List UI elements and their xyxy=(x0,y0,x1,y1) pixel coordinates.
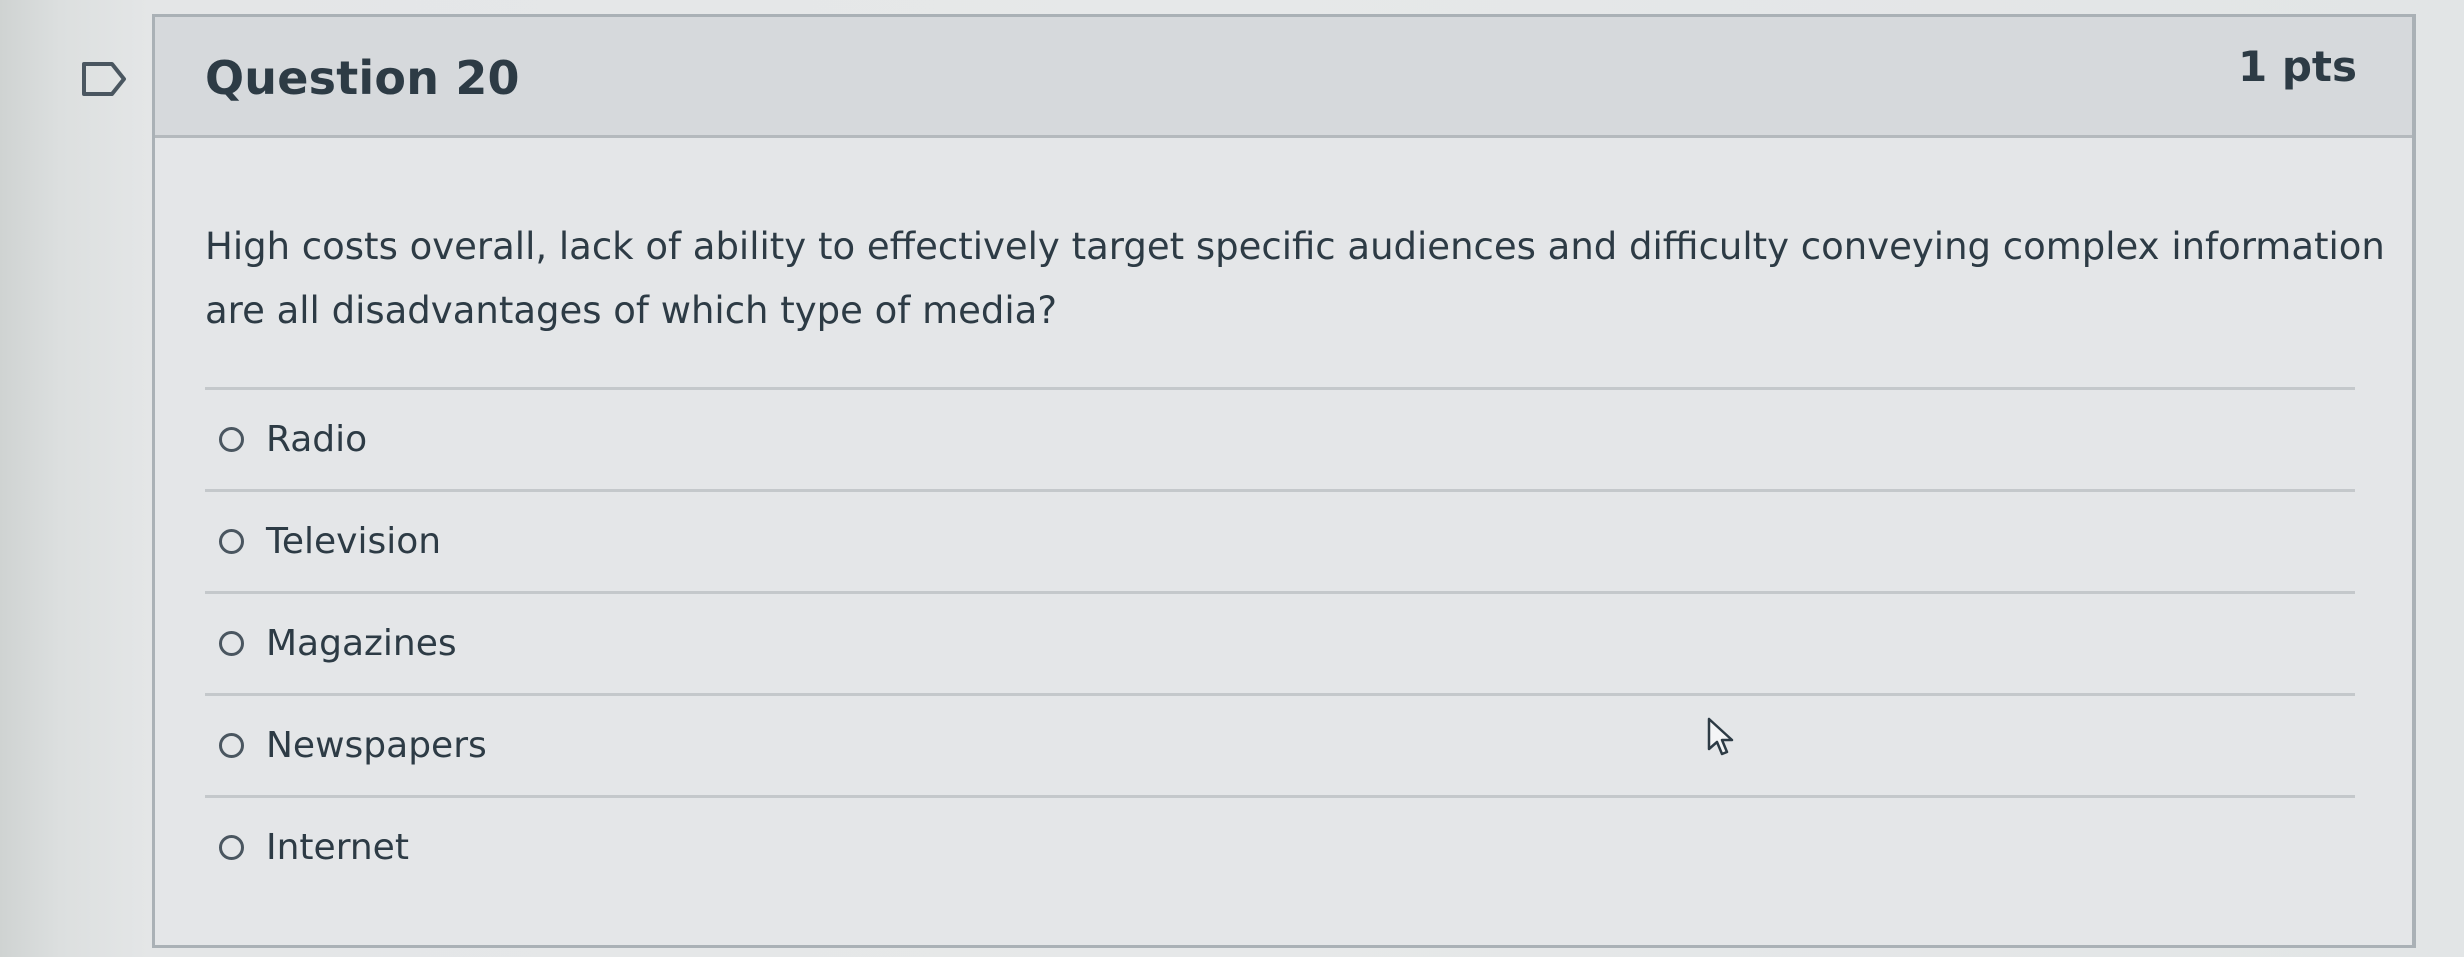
question-title: Question 20 xyxy=(205,51,520,105)
answer-label: Magazines xyxy=(266,623,457,664)
radio-button-icon[interactable] xyxy=(219,427,244,452)
answer-option-newspapers[interactable]: Newspapers xyxy=(205,696,2355,795)
flag-question-icon[interactable] xyxy=(80,60,128,98)
question-header: Question 20 1 pts xyxy=(155,17,2412,138)
radio-button-icon[interactable] xyxy=(219,733,244,758)
answer-label: Internet xyxy=(266,827,409,868)
question-text: High costs overall, lack of ability to e… xyxy=(205,225,2385,332)
mouse-pointer-icon xyxy=(1707,717,1734,756)
answer-option-magazines[interactable]: Magazines xyxy=(205,594,2355,693)
answer-label: Newspapers xyxy=(266,725,487,766)
radio-button-icon[interactable] xyxy=(219,631,244,656)
answer-option-television[interactable]: Television xyxy=(205,492,2355,591)
radio-button-icon[interactable] xyxy=(219,529,244,554)
answer-list: Radio Television Magazines Newspapers In… xyxy=(205,387,2355,897)
question-points: 1 pts xyxy=(2238,42,2357,91)
question-card: Question 20 1 pts High costs overall, la… xyxy=(152,14,2416,948)
answer-option-internet[interactable]: Internet xyxy=(205,798,2355,897)
answer-label: Radio xyxy=(266,419,368,460)
answer-option-radio[interactable]: Radio xyxy=(205,390,2355,489)
radio-button-icon[interactable] xyxy=(219,835,244,860)
answer-label: Television xyxy=(266,521,442,562)
